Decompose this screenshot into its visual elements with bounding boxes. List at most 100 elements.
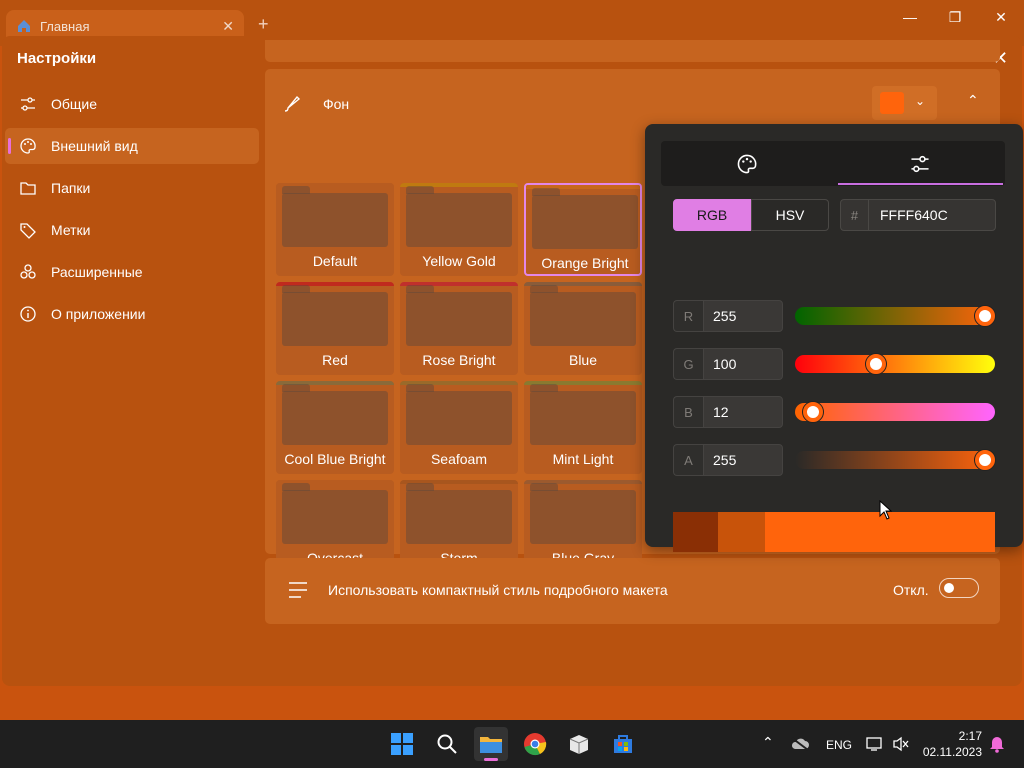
toggle-state-label: Откл. [893, 582, 929, 598]
channel-slider-r[interactable] [795, 306, 995, 326]
active-tab-underline [838, 183, 1003, 185]
folder-preview [530, 490, 636, 544]
compact-layout-card: Использовать компактный стиль подробного… [265, 558, 1000, 624]
slider-thumb[interactable] [975, 306, 995, 326]
nav-item-advanced[interactable]: Расширенные [5, 254, 259, 290]
folder-preview [530, 292, 636, 346]
compact-layout-label: Использовать компактный стиль подробного… [328, 582, 668, 598]
nav-label: Общие [51, 96, 98, 112]
channel-key: A [673, 444, 703, 476]
toggle-knob [944, 583, 954, 593]
channel-input-g[interactable]: G 100 [673, 348, 783, 380]
channel-input-a[interactable]: A 255 [673, 444, 783, 476]
folder-preview [282, 490, 388, 544]
folder-icon [20, 182, 36, 195]
slider-thumb[interactable] [866, 354, 886, 374]
theme-tile-seafoam[interactable]: Seafoam [400, 381, 518, 474]
package-app-button[interactable] [562, 727, 596, 761]
palette-tab[interactable] [736, 153, 758, 178]
theme-tile-red[interactable]: Red [276, 282, 394, 375]
language-indicator[interactable]: ENG [826, 738, 852, 752]
theme-tile-rose-bright[interactable]: Rose Bright [400, 282, 518, 375]
tray-overflow-icon[interactable]: ⌃ [762, 734, 774, 751]
theme-tile-cool-blue-bright[interactable]: Cool Blue Bright [276, 381, 394, 474]
notification-bell-icon[interactable] [989, 735, 1005, 756]
clock-time[interactable]: 2:17 [940, 729, 982, 743]
theme-tile-mint-light[interactable]: Mint Light [524, 381, 642, 474]
cloud-icon[interactable] [790, 736, 810, 755]
advanced-icon [20, 264, 36, 279]
chevron-down-icon: ⌄ [915, 94, 926, 108]
color-swatch [880, 92, 904, 114]
folder-preview [282, 391, 388, 445]
slider-thumb[interactable] [803, 402, 823, 422]
nav-label: Папки [51, 180, 91, 196]
theme-name: Blue [568, 352, 598, 368]
nav-item-folders[interactable]: Папки [5, 170, 259, 206]
theme-tile-blue[interactable]: Blue [524, 282, 642, 375]
preview-darker [673, 512, 718, 552]
channel-value: 100 [703, 348, 783, 380]
nav-item-tags[interactable]: Метки [5, 212, 259, 248]
folder-preview [530, 391, 636, 445]
box-icon [569, 735, 589, 754]
folder-preview [406, 193, 512, 247]
new-tab-button[interactable]: + [258, 14, 269, 35]
settings-title: Настройки [17, 50, 97, 67]
volume-muted-icon[interactable] [892, 736, 910, 755]
hash-label: # [841, 200, 869, 230]
theme-name: Rose Bright [422, 352, 496, 368]
folder-preview [406, 292, 512, 346]
nav-label: Метки [51, 222, 91, 238]
theme-tile-yellow-gold[interactable]: Yellow Gold [400, 183, 518, 276]
sliders-icon [911, 155, 929, 173]
channel-slider-b[interactable] [795, 402, 995, 422]
sliders-tab[interactable] [909, 153, 931, 178]
chrome-button[interactable] [518, 727, 552, 761]
nav-item-about[interactable]: О приложении [5, 296, 259, 332]
network-icon[interactable] [866, 736, 886, 755]
channel-slider-g[interactable] [795, 354, 995, 374]
window-close-button[interactable]: ✕ [981, 6, 1021, 28]
store-button[interactable] [606, 727, 640, 761]
clock-date[interactable]: 02.11.2023 [918, 745, 982, 759]
nav-label: Расширенные [51, 264, 143, 280]
nav-label: Внешний вид [51, 138, 138, 154]
nav-label: О приложении [51, 306, 146, 322]
chevron-up-icon[interactable]: ⌃ [967, 92, 979, 109]
channel-input-r[interactable]: R 255 [673, 300, 783, 332]
slider-thumb[interactable] [975, 450, 995, 470]
hex-field[interactable]: # FFFF640C [840, 199, 996, 231]
theme-tile-default[interactable]: Default [276, 183, 394, 276]
channel-value: 255 [703, 300, 783, 332]
nav-item-general[interactable]: Общие [5, 86, 259, 122]
hsv-mode-button[interactable]: HSV [751, 199, 829, 231]
folder-preview [406, 490, 512, 544]
nav-item-appearance[interactable]: Внешний вид [5, 128, 259, 164]
theme-name: Red [322, 352, 348, 368]
minimize-button[interactable]: — [890, 6, 930, 28]
search-icon [437, 734, 457, 754]
folder-preview [282, 193, 388, 247]
background-color-dropdown[interactable]: ⌄ [872, 86, 937, 120]
rgb-mode-button[interactable]: RGB [673, 199, 751, 231]
channel-key: R [673, 300, 703, 332]
start-button[interactable] [385, 727, 419, 761]
theme-tile-orange-bright[interactable]: Orange Bright [524, 183, 642, 276]
compact-layout-toggle[interactable] [939, 578, 979, 598]
search-button[interactable] [430, 727, 464, 761]
color-preview [673, 512, 995, 552]
channel-slider-a[interactable] [795, 450, 995, 470]
background-label: Фон [323, 96, 350, 112]
tag-icon [20, 223, 36, 239]
tab-close-button[interactable]: ✕ [222, 18, 234, 35]
files-app-button[interactable] [474, 727, 508, 761]
channel-input-b[interactable]: B 12 [673, 396, 783, 428]
theme-name: Mint Light [552, 451, 614, 467]
maximize-button[interactable]: ❐ [935, 6, 975, 28]
channel-value: 12 [703, 396, 783, 428]
previous-setting-card [265, 40, 1000, 62]
channel-key: G [673, 348, 703, 380]
brush-icon [281, 93, 303, 118]
preview-dark [718, 512, 765, 552]
